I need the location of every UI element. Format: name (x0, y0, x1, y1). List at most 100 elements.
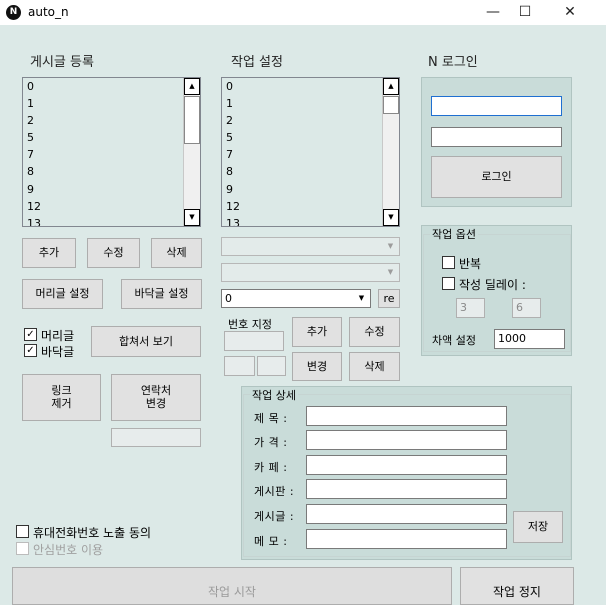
price-input[interactable] (306, 430, 507, 450)
scroll-thumb[interactable] (383, 96, 399, 114)
task-number-select[interactable]: 0 ▼ (221, 289, 371, 308)
diff-setting-label: 차액 설정 (432, 334, 476, 347)
header-setting-button[interactable]: 머리글 설정 (22, 279, 103, 309)
task-detail-panel: 작업 상세 제 목 : 가 격 : 카 페 : 게시판 : 게시글 : 메 모 … (241, 386, 572, 560)
login-label: N 로그인 (428, 55, 478, 70)
maximize-button[interactable]: ☐ (502, 0, 548, 25)
list-item[interactable]: 5 (23, 129, 200, 146)
list-item[interactable]: 12 (23, 198, 200, 215)
list-item[interactable]: 8 (222, 163, 399, 180)
change-contact-button[interactable]: 연락처 변경 (111, 374, 201, 421)
list-item[interactable]: 12 (222, 198, 399, 215)
delay-min-input[interactable]: 3 (456, 298, 485, 318)
login-id-input[interactable] (431, 96, 562, 116)
post-edit-button[interactable]: 수정 (87, 238, 140, 268)
header-checkbox-label: 머리글 (41, 329, 75, 343)
list-item[interactable]: 5 (222, 129, 399, 146)
app-logo-icon: N (6, 5, 21, 20)
login-button[interactable]: 로그인 (431, 156, 562, 198)
title-input[interactable] (306, 406, 507, 426)
login-panel: 로그인 (421, 77, 572, 207)
start-task-button[interactable]: 작업 시작 (12, 567, 452, 605)
task-add-button[interactable]: 추가 (292, 317, 342, 347)
list-item[interactable]: 1 (222, 95, 399, 112)
save-button[interactable]: 저장 (513, 511, 563, 543)
post-list[interactable]: 0 1 2 5 7 8 9 12 13 ▲ ▼ (22, 77, 201, 227)
chevron-down-icon: ▼ (387, 242, 394, 250)
task-edit-button[interactable]: 수정 (349, 317, 400, 347)
post-list-scrollbar[interactable]: ▲ ▼ (183, 78, 200, 226)
remove-link-label-2: 제거 (51, 397, 72, 410)
scroll-down-icon[interactable]: ▼ (383, 209, 399, 226)
task-list[interactable]: 0 1 2 5 7 8 9 12 13 ▲ ▼ (221, 77, 400, 227)
safe-number-label: 안심번호 이용 (33, 543, 104, 557)
remove-link-label-1: 링크 (51, 384, 72, 397)
delay-max-input[interactable]: 6 (512, 298, 541, 318)
list-item[interactable]: 9 (23, 181, 200, 198)
list-item[interactable]: 1 (23, 95, 200, 112)
scroll-up-icon[interactable]: ▲ (184, 78, 200, 95)
task-combo-2[interactable]: ▼ (221, 263, 400, 282)
safe-number-checkbox[interactable] (16, 542, 29, 555)
list-item[interactable]: 0 (222, 78, 399, 95)
diff-setting-input[interactable]: 1000 (494, 329, 565, 349)
refresh-button[interactable]: re (378, 289, 400, 308)
title-field-label: 제 목 : (254, 412, 288, 425)
list-item[interactable]: 2 (222, 112, 399, 129)
chevron-down-icon: ▼ (387, 268, 394, 276)
list-item[interactable]: 7 (222, 146, 399, 163)
board-field-label: 게시판 : (254, 485, 295, 498)
number-to-input[interactable] (257, 356, 286, 376)
repeat-checkbox[interactable] (442, 256, 455, 269)
list-item[interactable]: 0 (23, 78, 200, 95)
list-item[interactable]: 13 (222, 215, 399, 226)
list-item[interactable]: 9 (222, 181, 399, 198)
login-password-input[interactable] (431, 127, 562, 147)
phone-consent-label: 휴대전화번호 노출 동의 (33, 526, 152, 540)
task-change-button[interactable]: 변경 (292, 352, 342, 381)
task-settings-label: 작업 설정 (231, 55, 283, 70)
memo-input[interactable] (306, 529, 507, 549)
task-combo-1[interactable]: ▼ (221, 237, 400, 256)
change-contact-label-1: 연락처 (140, 384, 172, 397)
cafe-field-label: 카 페 : (254, 461, 288, 474)
task-delete-button[interactable]: 삭제 (349, 352, 400, 381)
footer-checkbox-label: 바닥글 (41, 345, 75, 359)
contact-input[interactable] (111, 428, 201, 447)
number-assign-label: 번호 지정 (228, 318, 272, 331)
scroll-thumb[interactable] (184, 96, 200, 144)
board-input[interactable] (306, 479, 507, 499)
scroll-up-icon[interactable]: ▲ (383, 78, 399, 95)
stop-task-button[interactable]: 작업 정지 (460, 567, 574, 605)
list-item[interactable]: 2 (23, 112, 200, 129)
list-item[interactable]: 8 (23, 163, 200, 180)
header-checkbox[interactable]: ✓ (24, 328, 37, 341)
task-options-label: 작업 옵션 (430, 226, 478, 242)
cafe-input[interactable] (306, 455, 507, 475)
change-contact-label-2: 변경 (145, 397, 167, 410)
task-options-panel: 작업 옵션 반복 작성 딜레이 : 3 6 차액 설정 1000 (421, 225, 572, 356)
list-item[interactable]: 13 (23, 215, 200, 226)
window-title: auto_n (28, 5, 69, 19)
merged-preview-button[interactable]: 합쳐서 보기 (91, 326, 201, 357)
number-assign-input[interactable] (224, 331, 284, 351)
price-field-label: 가 격 : (254, 436, 288, 449)
task-list-scrollbar[interactable]: ▲ ▼ (382, 78, 399, 226)
remove-link-button[interactable]: 링크 제거 (22, 374, 101, 421)
post-input[interactable] (306, 504, 507, 524)
memo-field-label: 메 모 : (254, 535, 288, 548)
delay-label: 작성 딜레이 : (459, 278, 526, 292)
number-from-input[interactable] (224, 356, 255, 376)
footer-checkbox[interactable]: ✓ (24, 344, 37, 357)
delay-checkbox[interactable] (442, 277, 455, 290)
close-button[interactable]: ✕ (547, 0, 593, 25)
scroll-down-icon[interactable]: ▼ (184, 209, 200, 226)
phone-consent-checkbox[interactable] (16, 525, 29, 538)
repeat-label: 반복 (459, 257, 482, 271)
footer-setting-button[interactable]: 바닥글 설정 (121, 279, 202, 309)
list-item[interactable]: 7 (23, 146, 200, 163)
task-detail-label: 작업 상세 (250, 387, 298, 403)
post-field-label: 게시글 : (254, 510, 295, 523)
post-delete-button[interactable]: 삭제 (151, 238, 202, 268)
post-add-button[interactable]: 추가 (22, 238, 76, 268)
